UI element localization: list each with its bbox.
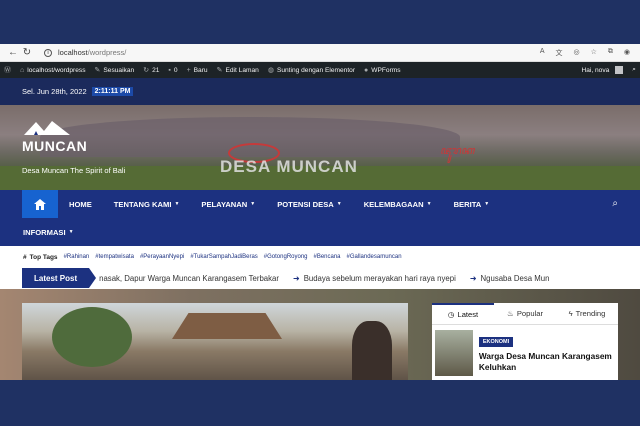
read-aloud-icon[interactable]: A: [540, 48, 545, 58]
translate-icon[interactable]: 文: [556, 48, 563, 58]
admin-search-icon[interactable]: ⌕: [632, 66, 636, 74]
ticker-label: Latest Post: [22, 268, 97, 288]
pencil-icon: ✎: [216, 67, 223, 74]
collections-icon[interactable]: ⧉: [608, 48, 613, 58]
edit-page-link[interactable]: ✎ Edit Laman: [216, 66, 259, 75]
content-area: ◷ Latest ♨ Popular ϟ Trending EKONOMI Warga…: [0, 289, 640, 380]
wpforms-link[interactable]: ● WPForms: [364, 67, 401, 74]
caret-down-icon: ▼: [426, 201, 432, 207]
user-menu[interactable]: Hai, nova: [581, 66, 624, 74]
caret-down-icon: ▼: [250, 201, 256, 207]
comments-link[interactable]: ▪ 0: [168, 67, 177, 74]
avatar: [615, 66, 624, 74]
nav-home-icon[interactable]: [22, 190, 58, 218]
brush-icon: ✎: [94, 67, 101, 74]
top-tags-title: # Top Tags: [23, 253, 58, 261]
profile-icon[interactable]: ◉: [624, 48, 630, 58]
balinese-script: ꦗꦸꦫꦏ: [440, 145, 475, 157]
tab-trending[interactable]: ϟ Trending: [556, 303, 618, 324]
post-thumbnail[interactable]: [435, 330, 473, 376]
new-link[interactable]: + Baru: [187, 67, 208, 74]
current-date: Sel. Jun 28th, 2022: [22, 87, 87, 96]
posts-tab-widget: ◷ Latest ♨ Popular ϟ Trending EKONOMI Warga…: [432, 303, 618, 380]
post-title[interactable]: Warga Desa Muncan Karangasem Keluhkan: [479, 351, 615, 373]
date-bar: Sel. Jun 28th, 2022 2:11:11 PM: [0, 78, 640, 105]
browser-toolbar: ← ↻ i localhost/wordpress/ A 文 ◎ ☆ ⧉ ◉: [0, 44, 640, 62]
tag-link[interactable]: #Gallandesamuncan: [347, 254, 402, 260]
tag-link[interactable]: #Bencana: [314, 254, 341, 260]
site-header: ꦗꦸꦫꦏ DESA MUNCAN MUNCAN Desa Muncan The …: [0, 105, 640, 190]
updates-icon: ↻: [143, 67, 150, 74]
url-path: /wordpress/: [87, 48, 127, 57]
featured-post-image[interactable]: [22, 303, 408, 380]
nav-item-potensi-desa[interactable]: POTENSI DESA ▼: [277, 200, 342, 209]
tag-link[interactable]: #Rahinan: [64, 254, 90, 260]
nav-item-pelayanan[interactable]: PELAYANAN ▼: [201, 200, 255, 209]
updates-link[interactable]: ↻ 21: [143, 66, 159, 75]
tag-link[interactable]: #tempatwisata: [95, 254, 134, 260]
arrow-circle-icon: ➜: [292, 273, 300, 283]
fire-icon: ♨: [507, 309, 514, 318]
comment-icon: ▪: [168, 66, 171, 74]
nav-item-berita[interactable]: BERITA ▼: [454, 200, 490, 209]
hillside-sign: DESA MUNCAN: [220, 157, 358, 176]
ticker-item[interactable]: ➜ Budaya sebelum merayakan hari raya nyep…: [293, 274, 456, 283]
hashtag-icon: #: [23, 253, 27, 261]
tag-link[interactable]: #TukarSampahJadiBeras: [190, 254, 257, 260]
bolt-icon: ϟ: [568, 309, 573, 318]
latest-post-ticker: Latest Post nasak, Dapur Warga Muncan Ka…: [0, 268, 640, 288]
url-host: localhost: [58, 48, 88, 57]
tab-latest[interactable]: ◷ Latest: [432, 303, 494, 324]
nav-item-tentang-kami[interactable]: TENTANG KAMI ▼: [114, 200, 180, 209]
main-navigation: HOME TENTANG KAMI ▼ PELAYANAN ▼ POTENSI DE…: [0, 190, 640, 246]
nav-item-informasi[interactable]: INFORMASI ▼: [23, 228, 74, 237]
ticker-item[interactable]: nasak, Dapur Warga Muncan Karangasem Ter…: [99, 274, 279, 283]
elementor-icon: ◍: [267, 67, 274, 74]
arrow-circle-icon: ➜: [469, 273, 477, 283]
admin-site-link[interactable]: ⌂ localhost/wordpress: [20, 67, 86, 74]
caret-down-icon: ▼: [68, 229, 74, 235]
current-time: 2:11:11 PM: [91, 87, 134, 96]
clock-icon: ◷: [447, 310, 455, 319]
elementor-link[interactable]: ◍ Sunting dengan Elementor: [267, 66, 355, 75]
tag-link[interactable]: #PerayaanNyepi: [140, 254, 184, 260]
mountain-logo-icon[interactable]: [24, 119, 72, 137]
favorites-icon[interactable]: ☆: [591, 48, 597, 58]
customize-link[interactable]: ✎ Sesuaikan: [94, 66, 135, 75]
info-icon[interactable]: i: [44, 48, 52, 57]
category-badge[interactable]: EKONOMI: [478, 337, 514, 347]
caret-down-icon: ▼: [484, 201, 490, 207]
wp-admin-bar: Ⓦ ⌂ localhost/wordpress ✎ Sesuaikan ↻ 21 ▪ 0…: [0, 62, 640, 78]
nav-item-kelembagaan[interactable]: KELEMBAGAAN ▼: [364, 200, 432, 209]
browser-window: ← ↻ i localhost/wordpress/ A 文 ◎ ☆ ⧉ ◉ Ⓦ…: [0, 44, 640, 380]
tab-popular[interactable]: ♨ Popular: [494, 303, 556, 324]
top-tags-bar: # Top Tags #Rahinan #tempatwisata #Peraya…: [0, 246, 640, 268]
wpforms-icon: ●: [364, 66, 369, 74]
site-tagline: Desa Muncan The Spirit of Bali: [22, 166, 126, 175]
site-title[interactable]: MUNCAN: [22, 138, 87, 154]
wordpress-logo-icon[interactable]: Ⓦ: [4, 65, 11, 75]
ticker-item[interactable]: ➜ Ngusaba Desa Mun: [470, 274, 550, 283]
plus-icon: +: [186, 66, 191, 74]
home-icon: ⌂: [20, 66, 25, 74]
tag-link[interactable]: #GotongRoyong: [264, 254, 308, 260]
nav-item-home[interactable]: HOME: [69, 200, 92, 209]
address-bar[interactable]: i localhost/wordpress/: [44, 48, 540, 57]
refresh-icon[interactable]: ↻: [20, 47, 34, 58]
tracking-icon[interactable]: ◎: [574, 48, 580, 58]
caret-down-icon: ▼: [174, 201, 180, 207]
search-icon[interactable]: ⌕: [612, 198, 618, 209]
caret-down-icon: ▼: [336, 201, 342, 207]
widget-post[interactable]: EKONOMI Warga Desa Muncan Karangasem Kel…: [432, 325, 618, 380]
back-icon[interactable]: ←: [6, 47, 20, 58]
